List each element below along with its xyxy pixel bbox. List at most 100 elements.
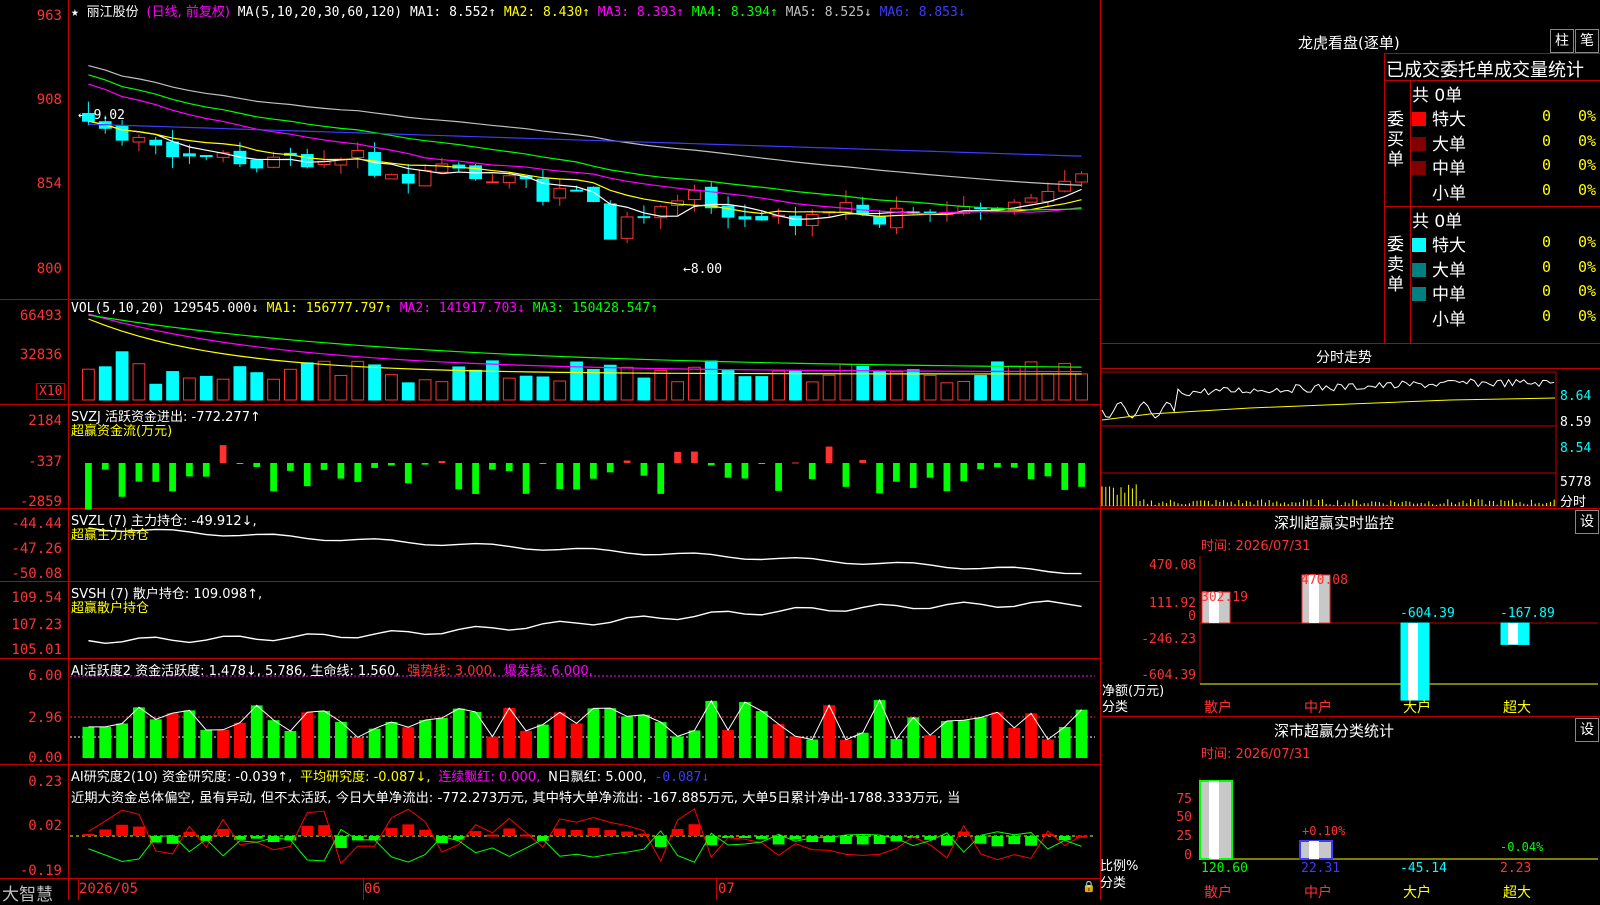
volume-bar xyxy=(587,369,600,401)
row-name: 中单 xyxy=(1432,285,1466,305)
volume-bar xyxy=(233,366,247,401)
volume-bar xyxy=(250,372,264,401)
fund-flow-bar xyxy=(724,463,732,478)
ai-active-axis-tick: 2.96 xyxy=(28,710,62,726)
research-bar xyxy=(385,828,398,836)
activity-bar xyxy=(82,726,95,758)
fund-flow-bar xyxy=(202,463,210,477)
volume-bar xyxy=(1058,362,1072,401)
favorite-star-icon[interactable]: ★ xyxy=(71,5,79,20)
classify-axis-tick: 50 xyxy=(1176,810,1192,825)
volume-bar xyxy=(805,381,819,401)
candle xyxy=(300,154,314,168)
ai-active-axis-tick: 0.00 xyxy=(28,750,62,766)
volume-bar xyxy=(300,362,314,401)
activity-bar xyxy=(974,717,987,758)
activity-bar xyxy=(436,718,448,758)
classify-settings-button[interactable]: 设 xyxy=(1575,718,1599,742)
fund-flow-bar xyxy=(152,463,160,482)
ai-research-cont: 连续飘红: 0.000, xyxy=(438,770,541,785)
intraday-title-border xyxy=(1100,368,1600,369)
classify-axis-tick: 0 xyxy=(1184,848,1192,863)
activity-bar xyxy=(1008,727,1021,758)
kline-chart[interactable] xyxy=(0,0,1100,900)
activity-bar xyxy=(267,720,280,758)
dt-bottom-border xyxy=(1100,343,1600,344)
candle xyxy=(755,216,769,221)
ma4-value: MA4: 8.394↑ xyxy=(691,5,778,20)
activity-bar xyxy=(553,712,566,758)
activity-bar xyxy=(789,736,802,758)
volume-bar xyxy=(284,368,297,401)
row-count: 0 xyxy=(1542,233,1552,251)
candle xyxy=(435,163,449,173)
date-axis-label: 06 xyxy=(364,881,381,897)
color-swatch xyxy=(1412,287,1426,301)
activity-bar xyxy=(957,720,970,758)
fund-flow-bar xyxy=(842,463,850,487)
fund-flow-bar xyxy=(118,463,126,497)
activity-bar xyxy=(200,729,213,758)
research-bar xyxy=(553,828,566,836)
monitor-category: 超大 xyxy=(1503,700,1531,716)
period-label[interactable]: (日线, 前复权) xyxy=(147,5,230,20)
classify-value: 2.23 xyxy=(1500,861,1532,876)
candle xyxy=(603,203,617,240)
vol-unit-badge: X10 xyxy=(36,383,66,400)
volume-bar xyxy=(755,376,769,401)
candle xyxy=(570,189,583,192)
volume-bar xyxy=(974,375,987,401)
row-name: 特大 xyxy=(1432,236,1466,256)
sell-row: 特大 xyxy=(1412,231,1600,256)
fund-flow-bar xyxy=(186,463,193,477)
monitor-bar-label: -167.89 xyxy=(1500,606,1555,621)
fund-flow-bar xyxy=(135,463,143,482)
activity-bar xyxy=(604,708,617,758)
svsh-axis-tick: 109.54 xyxy=(11,590,62,606)
volume-bar xyxy=(873,371,886,401)
row-name: 大单 xyxy=(1432,134,1466,155)
research-bar xyxy=(486,834,499,837)
volume-bar xyxy=(317,360,331,401)
volume-bar xyxy=(401,382,415,401)
volume-bar xyxy=(334,374,348,401)
main-holding-line xyxy=(88,527,1082,575)
date-axis-label: 07 xyxy=(718,881,735,897)
candle xyxy=(351,149,365,159)
candle xyxy=(149,139,163,146)
volume-bar xyxy=(688,366,701,401)
volume-bar xyxy=(149,383,163,401)
monitor-bottom xyxy=(1100,716,1600,717)
vol-ma3-line xyxy=(88,314,1082,368)
research-bar xyxy=(250,836,263,839)
activity-bar xyxy=(301,712,314,758)
candle xyxy=(267,156,280,168)
tick-view-button[interactable]: 笔 xyxy=(1575,29,1599,53)
research-bar xyxy=(301,825,314,836)
fund-flow-bar xyxy=(691,451,698,463)
intraday-avg-line xyxy=(1101,397,1556,421)
candle xyxy=(923,211,937,214)
candle xyxy=(536,178,550,202)
lock-icon[interactable]: 🔒 xyxy=(1082,880,1096,893)
price-axis-tick: 963 xyxy=(36,8,62,24)
classify-bar xyxy=(1299,840,1333,860)
bar-view-button[interactable]: 柱 xyxy=(1550,29,1574,53)
classify-cat-label: 分类 xyxy=(1100,876,1127,891)
fund-flow-bar xyxy=(371,463,378,468)
research-line-2 xyxy=(88,828,1082,863)
monitor-bar-label: 470.08 xyxy=(1301,573,1348,588)
vol-value: 129545.000↓ xyxy=(172,301,259,316)
color-swatch xyxy=(1412,161,1426,175)
vol-ma1: MA1: 156777.797↑ xyxy=(266,301,392,316)
monitor-settings-button[interactable]: 设 xyxy=(1575,510,1599,534)
sell-total: 共 0单 xyxy=(1412,212,1463,232)
classify-top-label: +0.10% xyxy=(1302,824,1346,838)
fund-flow-bar xyxy=(522,463,530,494)
classify-axis-tick: 25 xyxy=(1176,829,1192,844)
research-bar xyxy=(789,836,802,840)
research-bar xyxy=(217,828,229,836)
ma-params: MA(5,10,20,30,60,120) xyxy=(237,5,403,20)
ai-research-axis-tick: 0.23 xyxy=(28,774,62,790)
volume-bar xyxy=(435,381,449,401)
